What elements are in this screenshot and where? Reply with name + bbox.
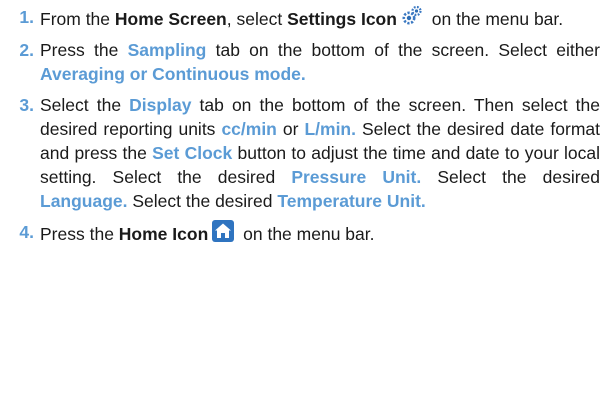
- settings-icon-term: Settings Icon: [287, 9, 397, 29]
- step-number: 1.: [19, 7, 34, 27]
- step-text: Select the Display tab on the bottom of …: [40, 95, 601, 211]
- language-term: Language.: [40, 191, 128, 211]
- unit-l-min-term: L/min.: [304, 119, 356, 139]
- home-screen-term: Home Screen: [114, 9, 227, 29]
- temperature-unit-term: Temperature Unit.: [277, 191, 426, 211]
- modes-term: Averaging or Continuous mode.: [40, 64, 306, 84]
- pressure-unit-term: Pressure Unit.: [291, 167, 422, 187]
- step-number: 2.: [19, 40, 34, 60]
- step-2: 2. Press the Sampling tab on the bottom …: [0, 38, 600, 86]
- step-4: 4. Press the Home Icon on the menu bar.: [0, 220, 600, 246]
- step-3: 3. Select the Display tab on the bottom …: [0, 93, 600, 213]
- step-text: Press the Sampling tab on the bottom of …: [40, 40, 600, 84]
- home-icon: [212, 220, 235, 242]
- gear-icon: [401, 5, 423, 27]
- display-term: Display: [129, 95, 192, 115]
- step-number: 3.: [19, 95, 34, 115]
- step-text: Press the Home Icon on the menu bar.: [40, 220, 600, 246]
- step-text: From the Home Screen, select Settings Ic…: [40, 5, 600, 31]
- unit-cc-min-term: cc/min: [221, 119, 277, 139]
- step-1: 1. From the Home Screen, select Settings…: [0, 5, 600, 31]
- instruction-list: 1. From the Home Screen, select Settings…: [0, 0, 611, 398]
- set-clock-term: Set Clock: [152, 143, 233, 163]
- step-number: 4.: [19, 222, 34, 242]
- sampling-term: Sampling: [127, 40, 207, 60]
- home-icon-term: Home Icon: [118, 224, 209, 244]
